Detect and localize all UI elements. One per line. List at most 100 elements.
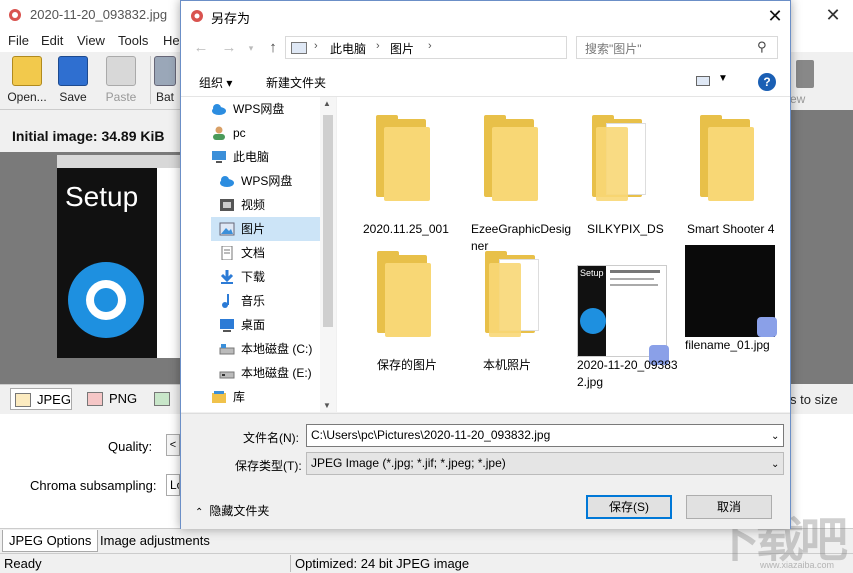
- paste-button[interactable]: Paste: [96, 54, 146, 108]
- save-button[interactable]: 保存(S): [586, 495, 672, 519]
- right-preview-area: [790, 110, 853, 384]
- download-icon: [220, 270, 234, 284]
- chevron-right-icon[interactable]: ›: [376, 40, 380, 52]
- chevron-up-icon: ⌃: [195, 507, 204, 518]
- user-icon: [213, 126, 225, 140]
- watermark-url: www.xiazaiba.com: [760, 560, 835, 570]
- png-file-icon: [87, 392, 103, 406]
- up-arrow-icon[interactable]: ↑: [263, 37, 283, 59]
- scroll-down-icon[interactable]: ▼: [323, 401, 331, 410]
- recent-dropdown-icon[interactable]: ▾: [241, 37, 261, 59]
- menu-file[interactable]: File: [8, 33, 29, 48]
- nav-item-drive-c[interactable]: 本地磁盘 (C:): [219, 337, 335, 361]
- breadcrumb-this-pc[interactable]: 此电脑: [330, 40, 366, 57]
- navigation-pane: WPS网盘 pc 此电脑 WPS网盘 视频 图片 文档 下载 音乐 桌面 本地磁…: [181, 97, 336, 412]
- address-bar[interactable]: › 此电脑 › 图片 › ▾ ↻: [285, 36, 656, 59]
- change-view-button[interactable]: ▼: [696, 73, 730, 91]
- pictures-location-icon: [291, 42, 307, 54]
- breadcrumb-pictures[interactable]: 图片: [390, 40, 414, 57]
- view-icon: [796, 60, 814, 88]
- image-thumbnail: Setup: [577, 265, 667, 357]
- open-button[interactable]: Open...: [2, 54, 52, 108]
- nav-item-wps-cloud-2[interactable]: WPS网盘: [219, 169, 335, 193]
- hide-folders-toggle[interactable]: ⌃ 隐藏文件夹: [195, 502, 269, 519]
- drive-icon: [219, 344, 235, 355]
- nav-item-downloads[interactable]: 下载: [219, 265, 335, 289]
- search-input[interactable]: 搜索"图片" ⚲: [576, 36, 778, 59]
- nav-item-drive-e[interactable]: 本地磁盘 (E:): [219, 361, 335, 385]
- chevron-down-icon: ▼: [718, 73, 728, 84]
- nav-item-desktop[interactable]: 桌面: [219, 313, 335, 337]
- video-icon: [220, 199, 234, 211]
- save-icon: [58, 56, 88, 86]
- cloud-sync-badge-icon: [757, 317, 777, 337]
- menu-tools[interactable]: Tools: [118, 33, 148, 48]
- nav-scrollbar-thumb[interactable]: [323, 115, 333, 327]
- nav-item-user-pc[interactable]: pc: [211, 121, 335, 145]
- file-list: 2020.11.25_001 EzeeGraphicDesigner SILKY…: [337, 97, 790, 412]
- tab-jpeg[interactable]: JPEG: [10, 388, 72, 410]
- view-label: ew: [790, 92, 806, 106]
- initial-image-size: Initial image: 34.89 KiB: [12, 128, 165, 144]
- save-toolbar-button[interactable]: Save: [48, 54, 98, 108]
- batch-button[interactable]: Bat: [150, 54, 180, 108]
- chevron-down-icon[interactable]: ⌄: [771, 431, 779, 442]
- quality-slider[interactable]: <: [166, 434, 180, 456]
- right-toolbar-area: ew: [790, 52, 853, 110]
- drive-icon: [219, 371, 235, 379]
- new-folder-button[interactable]: 新建文件夹: [266, 74, 326, 91]
- menu-help[interactable]: He: [163, 33, 180, 48]
- view-icon: [696, 76, 710, 86]
- search-icon[interactable]: ⚲: [757, 39, 767, 55]
- aperture-logo-icon: [68, 262, 144, 338]
- menu-edit[interactable]: Edit: [41, 33, 63, 48]
- nav-item-videos[interactable]: 视频: [219, 193, 335, 217]
- nav-item-this-pc[interactable]: 此电脑: [211, 145, 335, 169]
- app-title: 2020-11-20_093832.jpg: [30, 7, 168, 22]
- save-as-dialog: 另存为 ✕ ← → ▾ ↑ › 此电脑 › 图片 › ▾ ↻ 搜索"图片" ⚲ …: [180, 0, 791, 529]
- chroma-subsampling-label: Chroma subsampling:: [30, 478, 157, 493]
- dialog-titlebar: [181, 1, 790, 31]
- cancel-button[interactable]: 取消: [686, 495, 772, 519]
- status-optimized: Optimized: 24 bit JPEG image: [295, 556, 470, 571]
- desktop-icon: [220, 319, 234, 332]
- app-close-button[interactable]: ✕: [818, 2, 848, 28]
- filetype-select[interactable]: JPEG Image (*.jpg; *.jif; *.jpeg; *.jpe): [306, 452, 784, 475]
- nav-item-pictures[interactable]: 图片: [211, 217, 321, 241]
- preview-image: Setup: [57, 155, 180, 358]
- chevron-down-icon[interactable]: ⌄: [771, 459, 779, 470]
- help-icon[interactable]: ?: [758, 73, 776, 91]
- tab-gif[interactable]: [150, 388, 180, 410]
- documents-icon: [221, 246, 233, 260]
- nav-item-documents[interactable]: 文档: [219, 241, 335, 265]
- nav-item-libraries[interactable]: 库: [211, 385, 335, 409]
- preview-image-titlebar: [57, 155, 180, 168]
- tab-jpeg-options[interactable]: JPEG Options: [2, 530, 99, 552]
- nav-item-wps-cloud[interactable]: WPS网盘: [211, 97, 335, 121]
- batch-icon: [154, 56, 176, 86]
- tab-png[interactable]: PNG: [83, 388, 143, 410]
- tab-image-adjustments[interactable]: Image adjustments: [94, 530, 216, 552]
- cloud-icon: [212, 104, 226, 115]
- filetype-label: 保存类型(T):: [235, 459, 302, 473]
- filename-label: 文件名(N):: [243, 431, 299, 445]
- scroll-up-icon[interactable]: ▲: [323, 99, 331, 108]
- fit-to-size-label[interactable]: s to size: [790, 392, 838, 407]
- chevron-right-icon[interactable]: ›: [428, 40, 432, 52]
- chevron-right-icon[interactable]: ›: [314, 40, 318, 52]
- pictures-icon: [219, 222, 235, 236]
- gif-file-icon: [154, 392, 170, 406]
- forward-arrow-icon[interactable]: →: [219, 37, 239, 59]
- back-arrow-icon[interactable]: ←: [191, 37, 211, 59]
- dialog-close-button[interactable]: ✕: [761, 4, 789, 28]
- dialog-title: 另存为: [211, 11, 251, 26]
- menu-view[interactable]: View: [77, 33, 105, 48]
- jpeg-file-icon: [15, 393, 31, 407]
- chroma-subsampling-select[interactable]: Lo: [166, 474, 180, 496]
- organize-menu[interactable]: 组织 ▾: [199, 74, 232, 91]
- paste-icon: [106, 56, 136, 86]
- search-placeholder: 搜索"图片": [585, 42, 642, 56]
- nav-item-music[interactable]: 音乐: [219, 289, 335, 313]
- filename-input[interactable]: C:\Users\pc\Pictures\2020-11-20_093832.j…: [306, 424, 784, 447]
- computer-icon: [212, 151, 226, 163]
